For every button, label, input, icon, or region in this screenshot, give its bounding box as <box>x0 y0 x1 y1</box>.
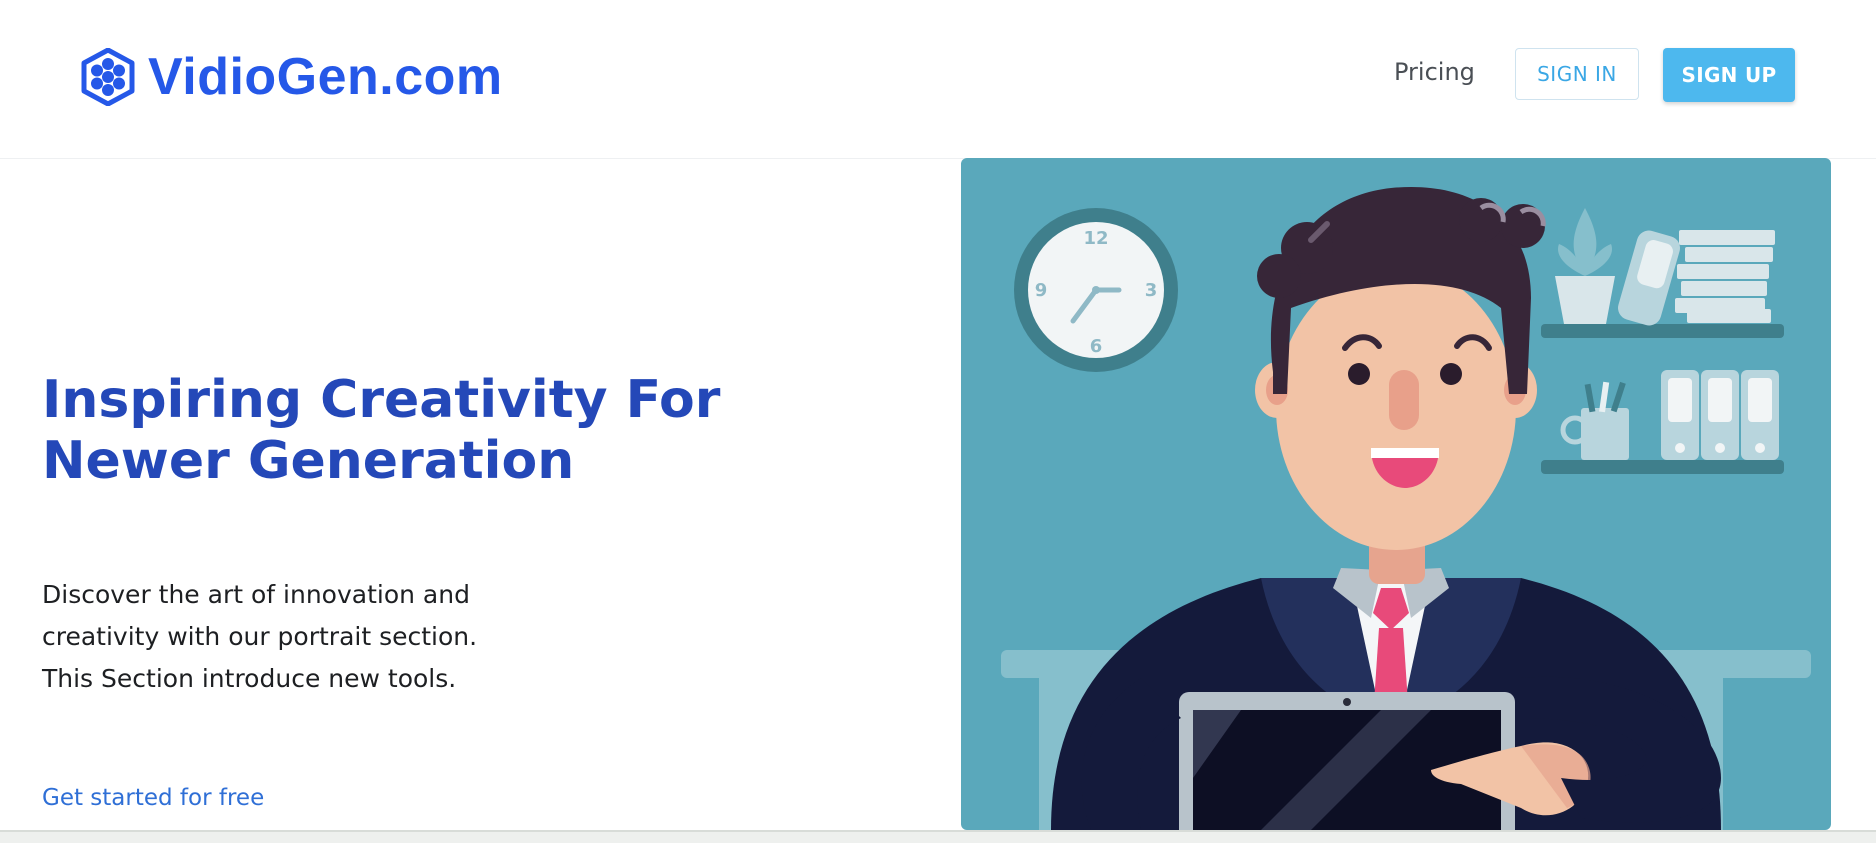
window-bottom-edge <box>0 830 1876 843</box>
hero-description: Discover the art of innovation and creat… <box>42 580 478 693</box>
sign-up-button[interactable]: SIGN UP <box>1663 48 1795 102</box>
hexagon-flower-icon <box>81 48 135 106</box>
logo-text: VidioGen.com <box>148 48 503 106</box>
nav-pricing-link[interactable]: Pricing <box>1394 58 1475 86</box>
site-header: VidioGen.com Pricing SIGN IN SIGN UP <box>0 0 1876 159</box>
hero-illustration: 12 3 6 9 <box>961 158 1831 830</box>
hero-title: Inspiring Creativity For Newer Generatio… <box>42 370 721 491</box>
office-man-illustration: 12 3 6 9 <box>961 158 1831 830</box>
svg-text:6: 6 <box>1090 336 1103 357</box>
svg-text:12: 12 <box>1083 228 1108 249</box>
get-started-link[interactable]: Get started for free <box>42 785 264 811</box>
svg-text:9: 9 <box>1035 280 1048 301</box>
svg-text:3: 3 <box>1145 280 1158 301</box>
sign-in-button[interactable]: SIGN IN <box>1515 48 1639 100</box>
wall-clock-icon: 12 3 6 9 <box>1014 208 1178 372</box>
logo-link[interactable]: VidioGen.com <box>80 44 503 110</box>
